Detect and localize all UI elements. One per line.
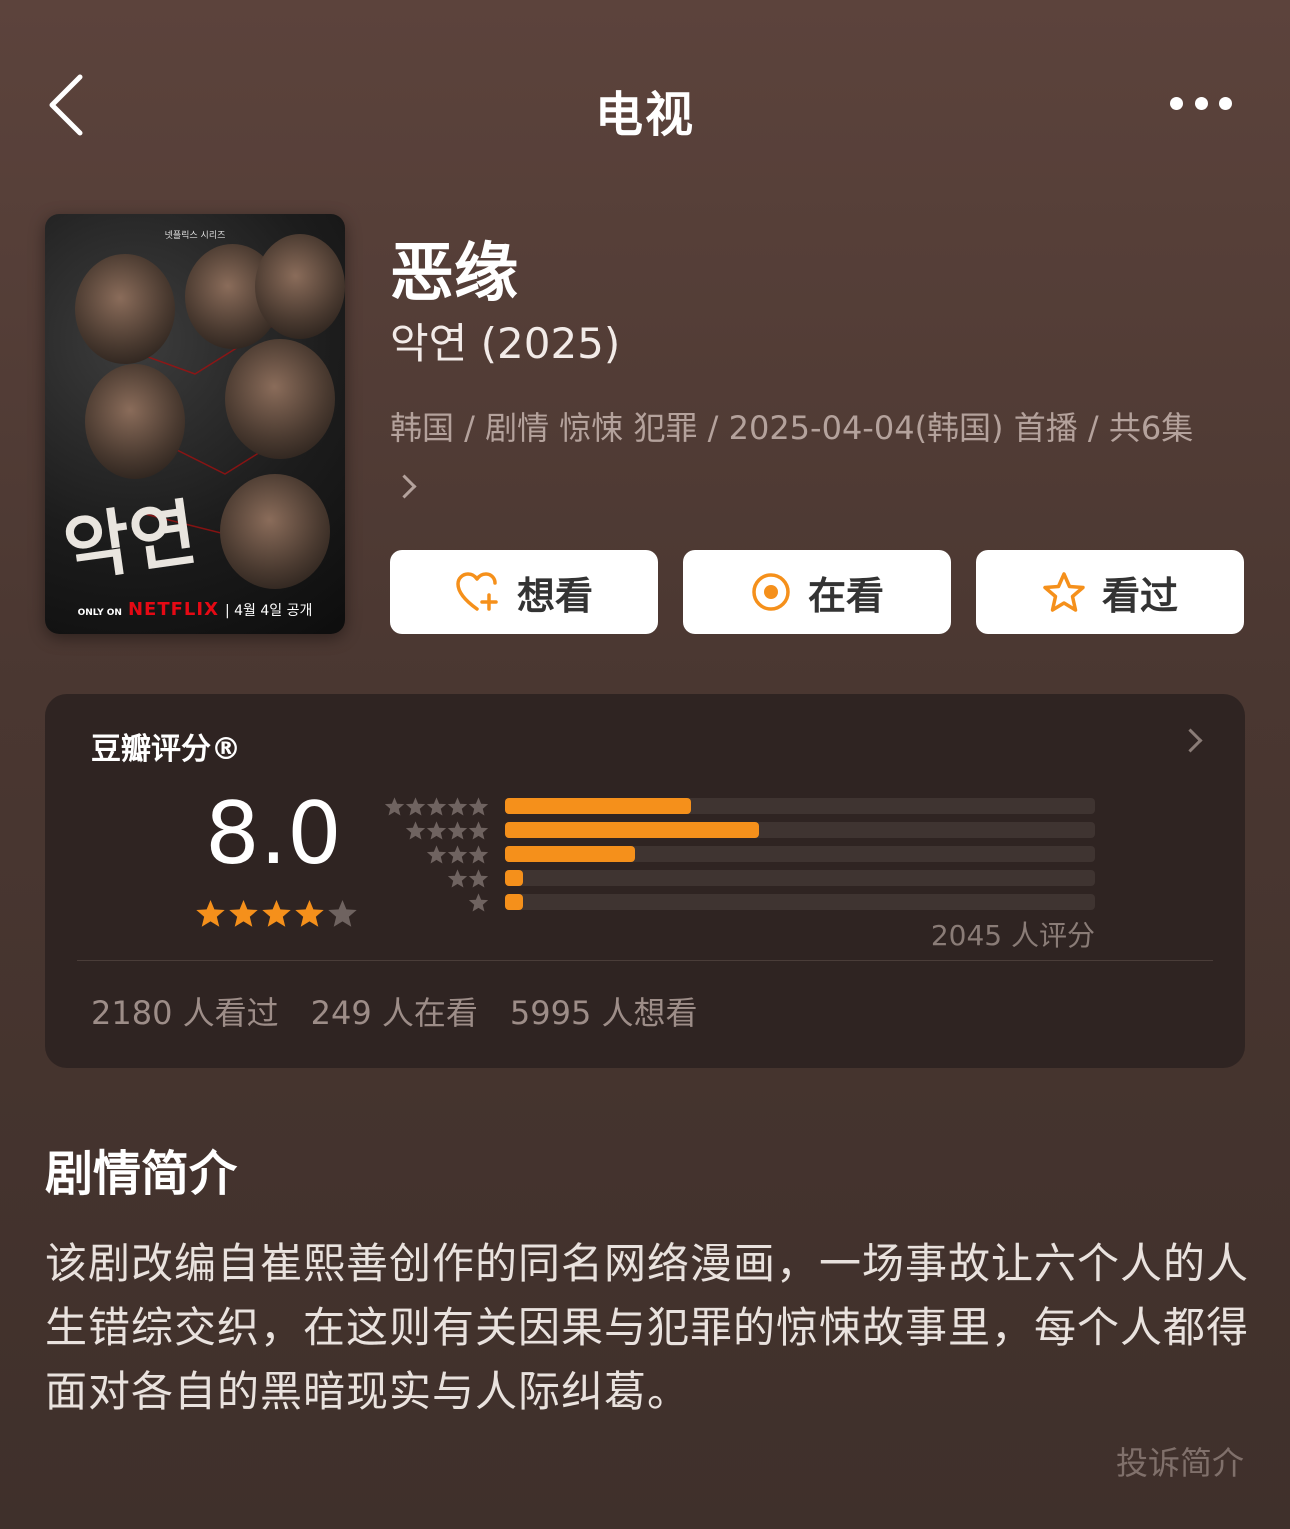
rating-bar-fill [505, 870, 523, 886]
more-dots-icon [1170, 96, 1183, 110]
poster-face [85, 364, 185, 479]
small-star-icon [468, 868, 489, 893]
small-star-icon [426, 796, 447, 821]
poster-face [220, 474, 330, 589]
small-star-icon [447, 820, 468, 845]
rating-label: 豆瓣评分® [91, 732, 241, 767]
watching-button[interactable]: 在看 [683, 550, 951, 634]
show-meta[interactable]: 韩国 / 剧情 惊悚 犯罪 / 2025-04-04(韩国) 首播 / 共6集 [390, 400, 1210, 512]
rating-bar-row [385, 844, 1105, 868]
star-filled-icon [261, 898, 292, 933]
show-title: 恶缘 [390, 237, 518, 311]
poster-bottom-text: ONLY ON NETFLIX | 4월 4일 공개 [77, 599, 313, 620]
synopsis-title: 剧情简介 [45, 1146, 238, 1202]
poster-image[interactable]: 넷플릭스 시리즈 악연 ONLY ON NETFLIX | 4월 4일 공개 [45, 214, 345, 634]
rating-bar-track [505, 894, 1095, 910]
small-star-icon [426, 820, 447, 845]
small-stars [384, 796, 489, 821]
small-star-icon [384, 796, 405, 821]
chevron-right-icon[interactable] [1178, 728, 1203, 753]
poster-face [225, 339, 335, 459]
star-filled-icon [228, 898, 259, 933]
star-filled-icon [294, 898, 325, 933]
rating-card[interactable]: 豆瓣评分® 8.0 2045 人评分 2180 人看过 249 人在看 5995 人… [45, 694, 1245, 1068]
rating-bar-fill [505, 798, 691, 814]
top-nav-bar: 电视 [0, 55, 1290, 155]
netflix-logo: NETFLIX [127, 599, 219, 620]
small-star-icon [405, 796, 426, 821]
small-star-icon [468, 892, 489, 917]
small-star-icon [447, 868, 468, 893]
watch-stats: 2180 人看过 249 人在看 5995 人想看 [91, 988, 730, 1034]
heart-plus-icon [456, 572, 498, 611]
small-star-icon [468, 820, 489, 845]
report-synopsis-link[interactable]: 投诉简介 [1116, 1438, 1244, 1484]
page-title: 电视 [594, 87, 695, 143]
small-star-icon [447, 796, 468, 821]
rating-score: 8.0 [205, 784, 342, 884]
rating-distribution [384, 796, 1105, 916]
watched-count: 2180 人看过 [91, 994, 279, 1032]
more-button[interactable] [1170, 93, 1232, 113]
want-to-watch-button[interactable]: 想看 [390, 550, 658, 634]
synopsis-text: 该剧改编自崔熙善创作的同名网络漫画，一场事故让六个人的人生错综交织，在这则有关因… [45, 1239, 1250, 1416]
rating-stars [195, 898, 358, 933]
want-count: 5995 人想看 [509, 994, 698, 1032]
show-subtitle: 악연 (2025) [390, 319, 621, 368]
watched-button[interactable]: 看过 [976, 550, 1244, 634]
rating-bar-track [505, 870, 1095, 886]
small-star-icon [405, 820, 426, 845]
divider [77, 960, 1213, 961]
rating-bar-track [505, 798, 1095, 814]
small-stars [447, 868, 489, 893]
rating-bar-row [385, 868, 1105, 892]
rating-bar-row [384, 796, 1105, 821]
small-stars [405, 820, 489, 845]
small-star-icon [426, 844, 447, 869]
small-star-icon [468, 796, 489, 821]
chevron-right-icon [392, 473, 417, 499]
star-empty-icon [327, 898, 358, 933]
rating-bar-track [505, 822, 1095, 838]
small-star-icon [468, 844, 489, 869]
rating-bar-track [505, 846, 1095, 862]
small-star-icon [447, 844, 468, 869]
rating-bar-fill [505, 846, 635, 862]
star-filled-icon [195, 898, 226, 933]
rating-bar-row [385, 820, 1105, 844]
poster-face [75, 254, 175, 364]
star-outline-icon [1043, 572, 1085, 612]
rating-count: 2045 人评分 [930, 919, 1095, 952]
poster-korean-title: 악연 [58, 489, 202, 592]
poster-face [255, 234, 345, 339]
rating-bar-fill [505, 894, 523, 910]
small-stars [468, 892, 489, 917]
rating-bar-fill [505, 822, 759, 838]
target-icon [752, 573, 790, 611]
rating-bar-row [385, 892, 1105, 916]
small-stars [426, 844, 489, 869]
watching-count: 249 人在看 [310, 994, 478, 1032]
